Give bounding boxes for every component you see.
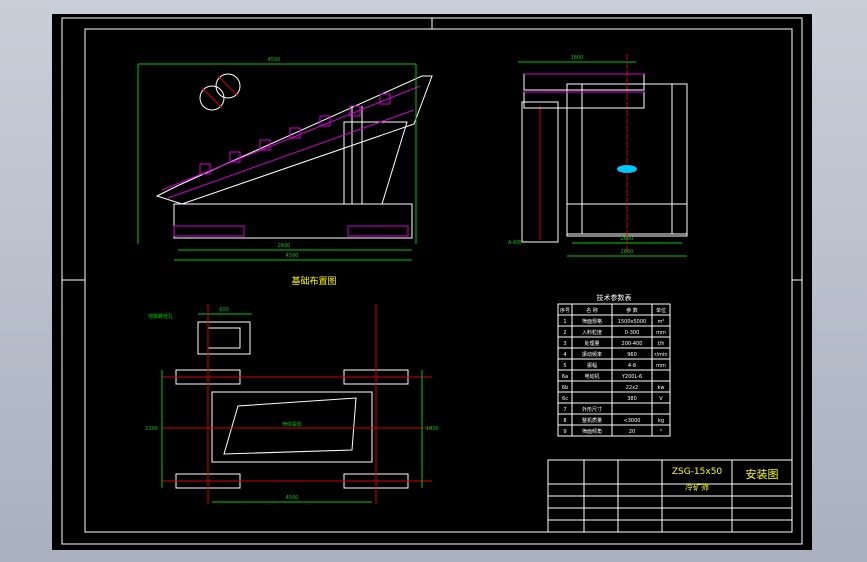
front-view-caption: 基础布置图 bbox=[291, 275, 336, 287]
tech-table-text: 4 bbox=[563, 352, 566, 358]
tech-table-text: 整机质量 bbox=[582, 417, 602, 424]
detail-box bbox=[197, 321, 251, 355]
tech-table-text: m² bbox=[658, 319, 665, 325]
side-view: 1800 2600 2600 A-A向 bbox=[508, 54, 688, 257]
tech-table-text: 名 称 bbox=[586, 307, 598, 314]
tech-table-text: 电动机 bbox=[584, 373, 599, 380]
plan-dim-top-label: 600 bbox=[219, 307, 229, 313]
tech-table-text: V bbox=[659, 396, 663, 402]
tech-table-text: 筛面倾角 bbox=[582, 428, 602, 435]
screen-body bbox=[155, 75, 433, 205]
drawing-canvas: 4500 2600 4500 基础布置图 1800 2600 2600 A-A向… bbox=[61, 17, 803, 545]
tech-table-cell bbox=[611, 402, 653, 415]
tech-table-text: 参 数 bbox=[626, 307, 638, 314]
tech-table-text: 960 bbox=[627, 352, 637, 358]
inner-border bbox=[84, 28, 793, 533]
plan-dim-bottom-label: 4500 bbox=[286, 495, 299, 501]
dim-bottom-1-label: 2600 bbox=[278, 243, 291, 249]
tech-table-text: Y200L-6 bbox=[621, 374, 642, 380]
tech-table-text: 3 bbox=[563, 341, 566, 347]
tech-table-text: 1500x5000 bbox=[618, 319, 646, 325]
side-dim-bottom-label: 2600 bbox=[621, 249, 634, 255]
title-name: 冷矿筛 bbox=[685, 482, 709, 492]
outer-border bbox=[61, 17, 803, 545]
dim-bottom-2-label: 4500 bbox=[286, 253, 299, 259]
title-model: ZSG-15x50 bbox=[672, 467, 723, 477]
tech-table: 技术参数表序号 名 称 参 数 单位 1 筛面规格 1500x5000 m² 2 入料粒度 0-30… bbox=[557, 293, 671, 437]
tech-table-cell bbox=[571, 391, 613, 404]
tech-table-cell bbox=[571, 380, 613, 393]
tech-table-text: 4-8 bbox=[628, 363, 636, 369]
anchor-right bbox=[347, 225, 409, 237]
tech-table-text: 振动频率 bbox=[582, 351, 602, 358]
tech-table-text: ° bbox=[660, 429, 663, 435]
tech-table-text: t/h bbox=[658, 341, 665, 347]
plan-note: 地脚螺栓孔 bbox=[148, 313, 173, 320]
tech-table-text: kw bbox=[658, 385, 665, 391]
tech-table-text: 6c bbox=[562, 396, 568, 402]
tech-table-text: 振幅 bbox=[587, 362, 597, 369]
tech-table-text: 9 bbox=[563, 429, 566, 435]
tech-table-text: mm bbox=[656, 363, 666, 369]
side-mark-label: A-A向 bbox=[508, 239, 521, 246]
plan-dim-right-label: 1800 bbox=[426, 426, 439, 432]
tech-table-text: <3000 bbox=[624, 418, 641, 424]
dim-top-label: 4500 bbox=[268, 57, 281, 63]
tech-table-text: 2 bbox=[563, 330, 566, 336]
anchor-left bbox=[173, 225, 245, 237]
tech-table-text: mm bbox=[656, 330, 666, 336]
tech-table-cell bbox=[651, 402, 671, 415]
tech-table-text: 22x2 bbox=[626, 385, 639, 391]
cad-viewport[interactable]: 4500 2600 4500 基础布置图 1800 2600 2600 A-A向… bbox=[52, 14, 812, 550]
tech-table-text: 6a bbox=[562, 374, 568, 380]
tech-table-text: 单位 bbox=[656, 307, 666, 314]
tech-table-title: 技术参数表 bbox=[597, 293, 632, 302]
plan-view: 地脚螺栓孔 600 筛体投影 4500 1300 1800 bbox=[145, 304, 439, 504]
tech-table-text: 入料粒度 bbox=[582, 329, 602, 336]
tech-table-text: 5 bbox=[563, 363, 566, 369]
plan-inner-label: 筛体投影 bbox=[282, 421, 302, 428]
tech-table-text: 7 bbox=[563, 407, 566, 413]
title-block: ZSG-15x50 冷矿筛 安装图 bbox=[547, 459, 793, 533]
tech-table-text: 0-300 bbox=[625, 330, 640, 336]
side-dim-mid-label: 2600 bbox=[621, 236, 634, 242]
tech-table-text: 200-400 bbox=[622, 341, 643, 347]
plan-dim-left-label: 1300 bbox=[145, 426, 158, 432]
tech-table-text: kg bbox=[658, 418, 664, 424]
tech-table-text: 处理量 bbox=[584, 340, 599, 347]
side-center-mark bbox=[617, 165, 637, 173]
side-dim-top-label: 1800 bbox=[571, 55, 584, 61]
tech-table-text: 外形尺寸 bbox=[582, 406, 602, 413]
support-frame bbox=[343, 121, 408, 205]
tech-table-text: 20 bbox=[629, 429, 635, 435]
front-view: 4500 2600 4500 基础布置图 bbox=[137, 57, 433, 287]
tech-table-text: r/min bbox=[654, 352, 667, 358]
title-sheet: 安装图 bbox=[746, 467, 779, 481]
tech-table-text: 380 bbox=[627, 396, 637, 402]
tech-table-text: 序号 bbox=[560, 307, 570, 314]
tech-table-text: 1 bbox=[563, 319, 566, 325]
tech-table-text: 筛面规格 bbox=[582, 318, 602, 325]
tech-table-text: 8 bbox=[563, 418, 566, 424]
tech-table-text: 6b bbox=[562, 385, 568, 391]
tech-table-cell bbox=[651, 369, 671, 382]
foundation-block bbox=[173, 203, 413, 239]
